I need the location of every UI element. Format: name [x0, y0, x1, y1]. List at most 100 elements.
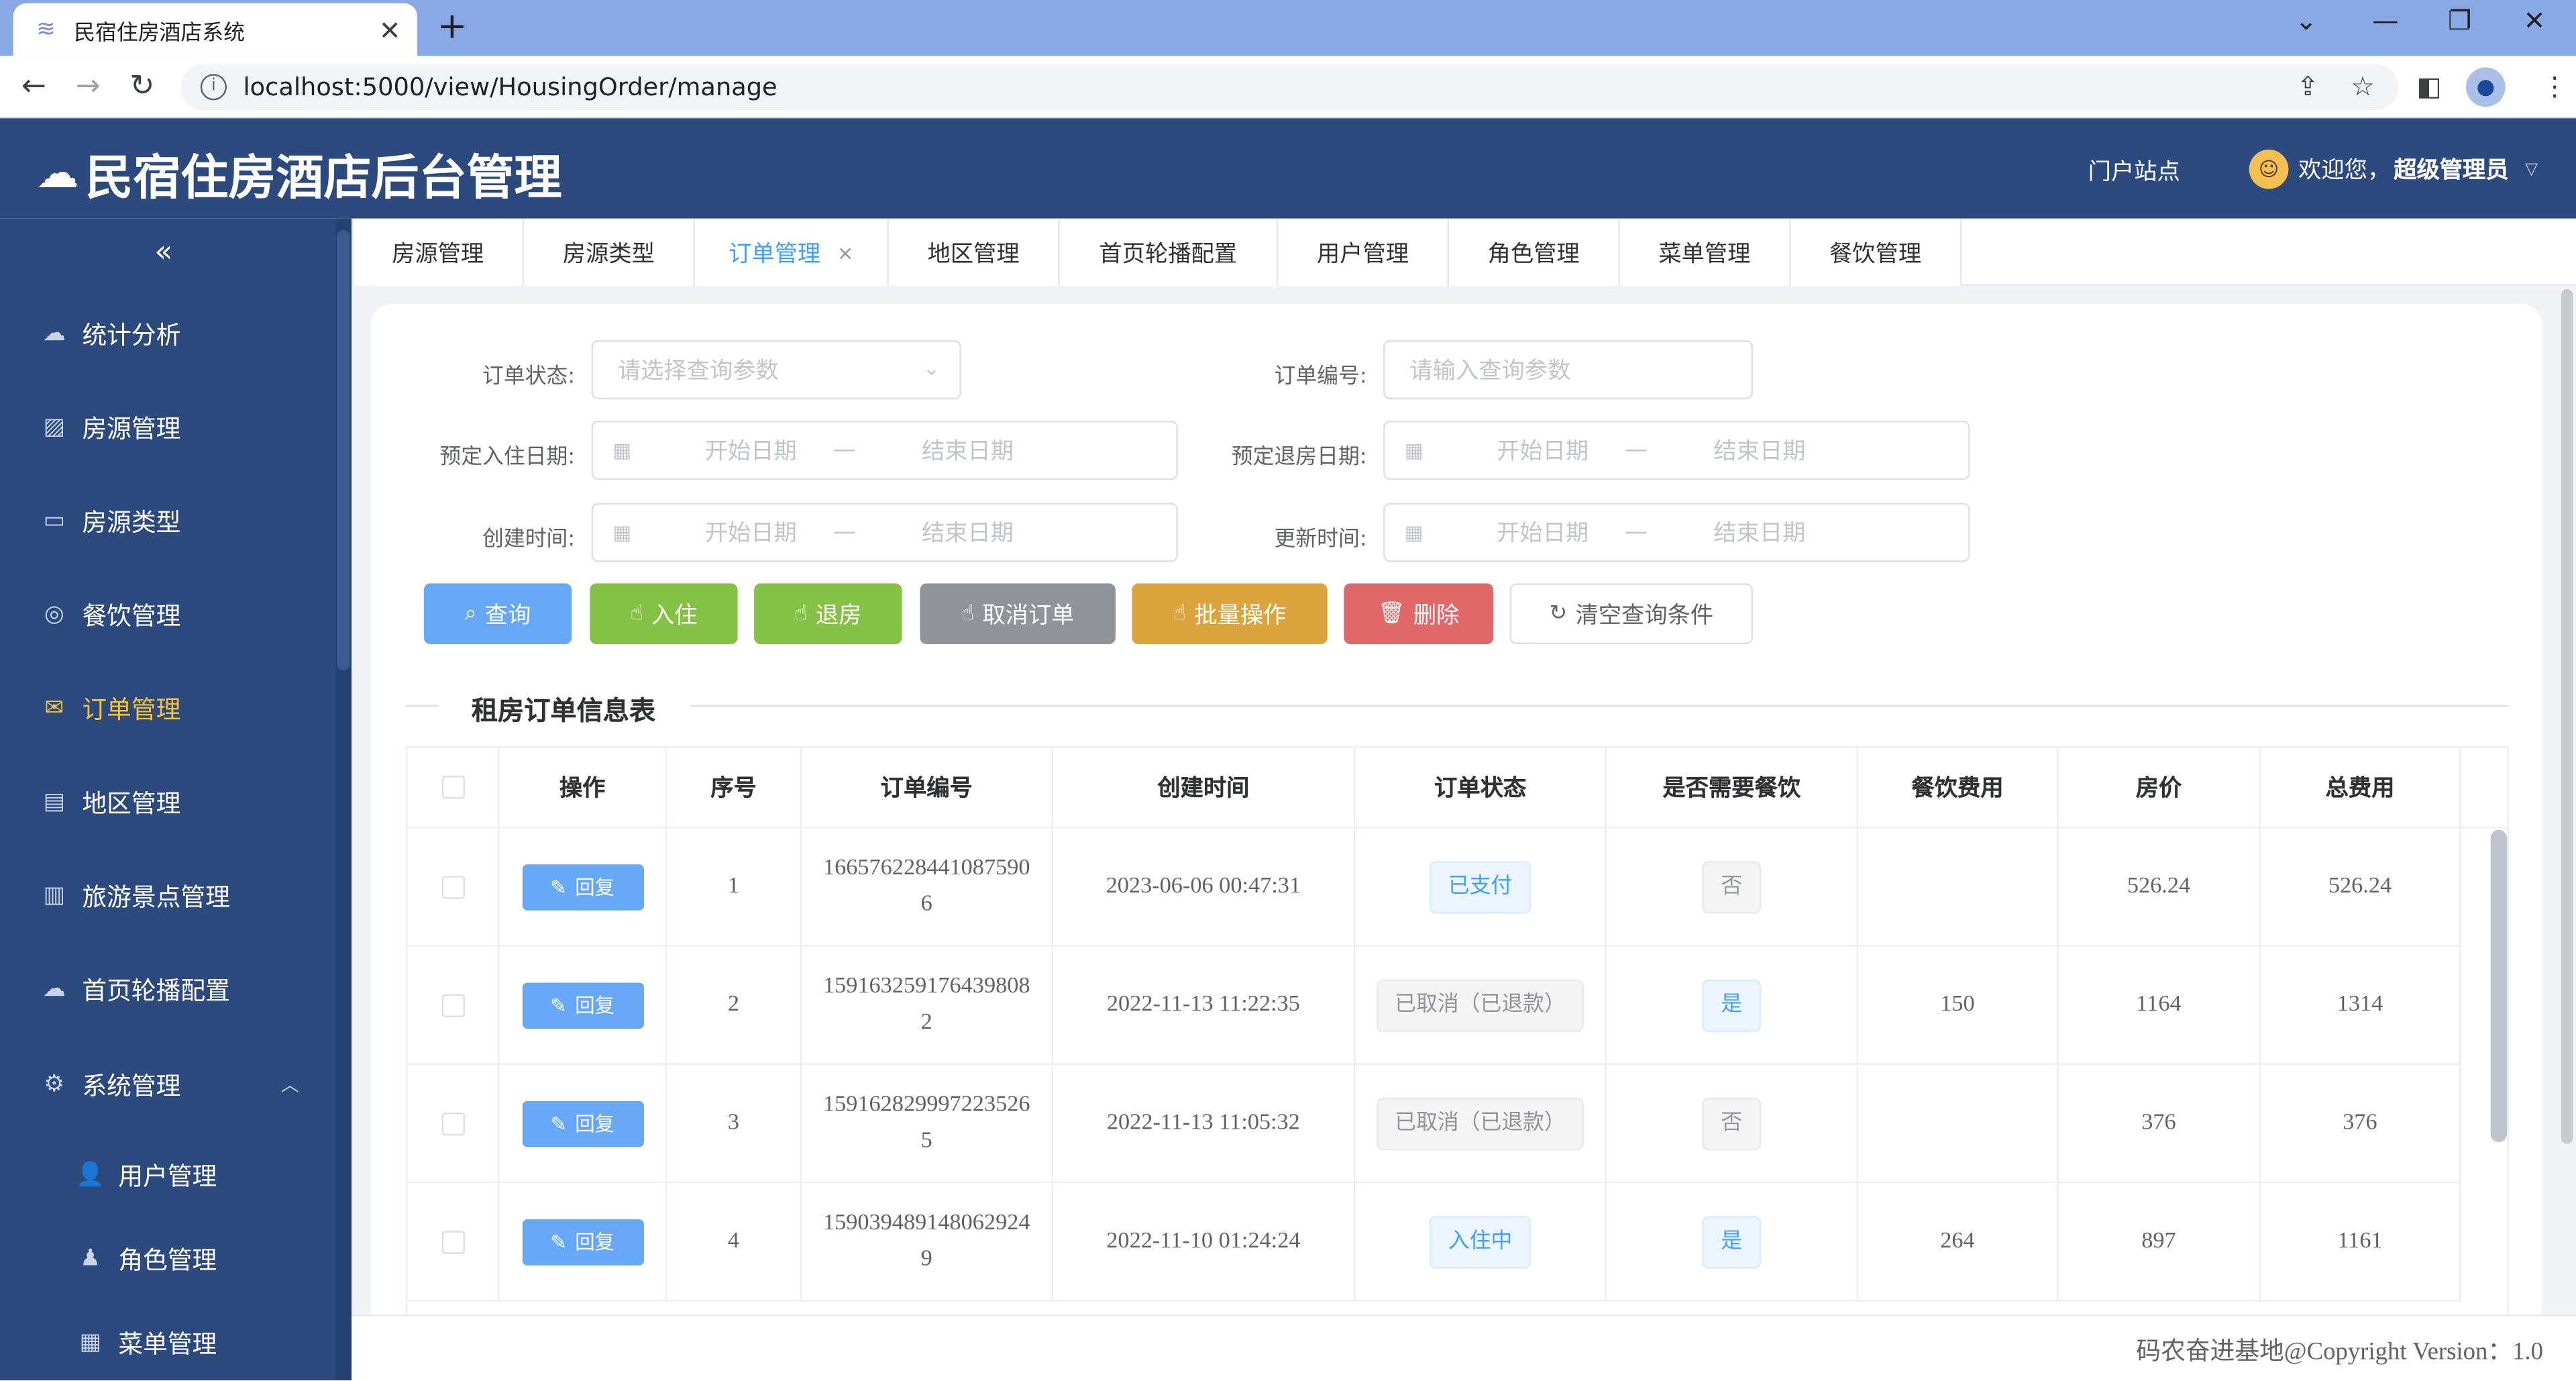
- clear-filters-button[interactable]: ↻ 清空查询条件: [1509, 583, 1754, 645]
- minimize-icon[interactable]: —: [2372, 5, 2398, 36]
- index-cell: 2: [667, 946, 802, 1065]
- tab-label: 订单管理: [729, 240, 821, 267]
- checkout-date-range[interactable]: ▦ 开始日期 — 结束日期: [1383, 420, 1970, 480]
- side-panel-icon[interactable]: ◧: [2416, 70, 2441, 102]
- sidebar-item-carousel[interactable]: ☁ 首页轮播配置: [0, 956, 335, 1022]
- order-no-input[interactable]: 请输入查询参数: [1383, 340, 1754, 400]
- start-date-placeholder: 开始日期: [704, 438, 797, 466]
- sidebar-item-regions[interactable]: ▤ 地区管理: [0, 769, 335, 835]
- tab-label: 首页轮播配置: [1099, 240, 1238, 267]
- portal-link[interactable]: 门户站点: [2088, 154, 2180, 187]
- tab-housing[interactable]: 房源管理: [352, 218, 525, 287]
- order-no-text: 1591632591764398082: [822, 974, 1030, 1035]
- share-icon[interactable]: ⇪: [2297, 70, 2319, 102]
- edit-icon: ✎: [550, 875, 567, 899]
- row-checkbox[interactable]: [441, 993, 464, 1017]
- status-cell: 已取消（已退款）: [1355, 946, 1607, 1065]
- sidebar-item-orders[interactable]: ✉ 订单管理: [0, 676, 335, 741]
- tab-carousel[interactable]: 首页轮播配置: [1059, 218, 1279, 287]
- sidebar-item-housing-type[interactable]: ▭ 房源类型: [0, 488, 335, 554]
- action-cell: ✎ 回复: [499, 1064, 667, 1184]
- updated-date-range[interactable]: ▦ 开始日期 — 结束日期: [1383, 503, 1970, 562]
- page-scrollbar-thumb[interactable]: [2561, 289, 2573, 1144]
- sidebar-subitem-users[interactable]: 👤 用户管理: [0, 1142, 335, 1208]
- restore-icon[interactable]: ❐: [2448, 5, 2471, 36]
- select-all-checkbox[interactable]: [441, 775, 464, 799]
- row-checkbox[interactable]: [441, 1230, 464, 1254]
- row-checkbox[interactable]: [441, 875, 464, 899]
- tab-label: 角色管理: [1487, 240, 1580, 267]
- checkin-button[interactable]: ☝ 入住: [590, 583, 738, 645]
- batch-operation-button[interactable]: ☝ 批量操作: [1132, 583, 1328, 645]
- sidebar-item-system[interactable]: ⚙ 系统管理 ︿: [0, 1052, 335, 1117]
- column-header: 房价: [2058, 748, 2261, 829]
- forward-arrow-icon[interactable]: →: [76, 69, 101, 103]
- sidebar-subitem-roles[interactable]: ♟ 角色管理: [0, 1226, 335, 1292]
- bookmark-star-icon[interactable]: ☆: [2351, 70, 2375, 102]
- meal-badge: 是: [1703, 1215, 1761, 1268]
- collapse-sidebar-icon[interactable]: «: [154, 235, 172, 269]
- pointer-hand-icon: ☝: [630, 601, 643, 627]
- checkin-date-range[interactable]: ▦ 开始日期 — 结束日期: [591, 420, 1178, 480]
- delete-button[interactable]: 🗑 删除: [1344, 583, 1494, 645]
- browser-tab-title: 民宿住房酒店系统: [74, 20, 245, 46]
- tab-housing-type[interactable]: 房源类型: [524, 218, 695, 287]
- url-bar[interactable]: i localhost:5000/view/HousingOrder/manag…: [180, 64, 2399, 111]
- orders-table: 操作 序号 订单编号 创建时间 订单状态 是否需要餐饮 餐饮费用 房价 总费用 …: [405, 746, 2509, 1315]
- reply-button[interactable]: ✎ 回复: [521, 863, 643, 910]
- meal-cell: 是: [1607, 1183, 1858, 1302]
- status-select[interactable]: 请选择查询参数 ⌄: [591, 340, 961, 400]
- tab-catering[interactable]: 餐饮管理: [1790, 218, 1962, 287]
- profile-avatar-icon[interactable]: ●: [2465, 67, 2506, 107]
- total-cell: 1314: [2260, 946, 2461, 1065]
- reply-button[interactable]: ✎ 回复: [521, 1218, 643, 1265]
- tab-users[interactable]: 用户管理: [1278, 218, 1450, 287]
- sidebar-item-label: 餐饮管理: [82, 601, 181, 631]
- created-cell: 2022-11-10 01:24:24: [1053, 1183, 1356, 1302]
- column-header: 操作: [499, 748, 667, 829]
- browser-tab[interactable]: ≋ 民宿住房酒店系统 ✕: [13, 3, 418, 56]
- checkout-button[interactable]: ☝ 退房: [754, 583, 902, 645]
- sidebar-item-housing[interactable]: ▨ 房源管理: [0, 395, 335, 460]
- query-button[interactable]: ⌕ 查询: [423, 583, 572, 645]
- meal-cell: 是: [1607, 946, 1858, 1065]
- reply-label: 回复: [575, 1230, 615, 1254]
- index-cell: 4: [667, 1183, 802, 1302]
- range-separator: —: [833, 519, 856, 546]
- sidebar-item-attractions[interactable]: ▥ 旅游景点管理: [0, 863, 335, 929]
- sidebar-scrollbar-thumb[interactable]: [337, 229, 350, 671]
- created-date-range[interactable]: ▦ 开始日期 — 结束日期: [591, 503, 1178, 562]
- user-menu[interactable]: ☺ 欢迎您， 超级管理员 ▽: [2249, 149, 2538, 189]
- close-tab-icon[interactable]: ×: [837, 241, 854, 264]
- sidebar-item-label: 旅游景点管理: [82, 881, 230, 911]
- meal-badge: 是: [1703, 978, 1761, 1031]
- new-tab-icon[interactable]: +: [437, 7, 467, 48]
- cancel-order-button[interactable]: ☝ 取消订单: [920, 583, 1116, 645]
- browser-menu-icon[interactable]: ⋮: [2542, 70, 2568, 102]
- sidebar-item-catering[interactable]: ◎ 餐饮管理: [0, 582, 335, 648]
- tab-menus[interactable]: 菜单管理: [1619, 218, 1791, 287]
- reload-icon[interactable]: ↻: [129, 69, 154, 103]
- sidebar-subitem-menus[interactable]: ▦ 菜单管理: [0, 1310, 335, 1376]
- end-date-placeholder: 结束日期: [1713, 521, 1806, 548]
- delete-button-label: 删除: [1413, 602, 1460, 629]
- back-arrow-icon[interactable]: ←: [21, 69, 46, 103]
- table-scrollbar-thumb[interactable]: [2490, 829, 2508, 1143]
- reply-button[interactable]: ✎ 回复: [521, 982, 643, 1028]
- tab-orders[interactable]: 订单管理 ×: [694, 218, 889, 287]
- tab-search-chevron-icon[interactable]: ⌄: [2295, 5, 2317, 36]
- user-icon: 👤: [76, 1162, 105, 1188]
- tab-roles[interactable]: 角色管理: [1449, 218, 1620, 287]
- close-window-icon[interactable]: ✕: [2524, 5, 2546, 36]
- row-select-cell: [407, 828, 500, 947]
- row-checkbox[interactable]: [441, 1111, 464, 1135]
- status-label: 订单状态:: [482, 364, 576, 390]
- row-select-cell: [407, 1064, 500, 1184]
- created-label: 创建时间:: [482, 527, 576, 552]
- sidebar-item-stats[interactable]: ☁ 统计分析: [0, 301, 335, 366]
- close-tab-icon[interactable]: ✕: [379, 15, 401, 46]
- site-info-icon[interactable]: i: [200, 74, 227, 101]
- app-title-text: 民宿住房酒店后台管理: [85, 149, 562, 206]
- tab-regions[interactable]: 地区管理: [888, 218, 1060, 287]
- reply-button[interactable]: ✎ 回复: [521, 1100, 643, 1147]
